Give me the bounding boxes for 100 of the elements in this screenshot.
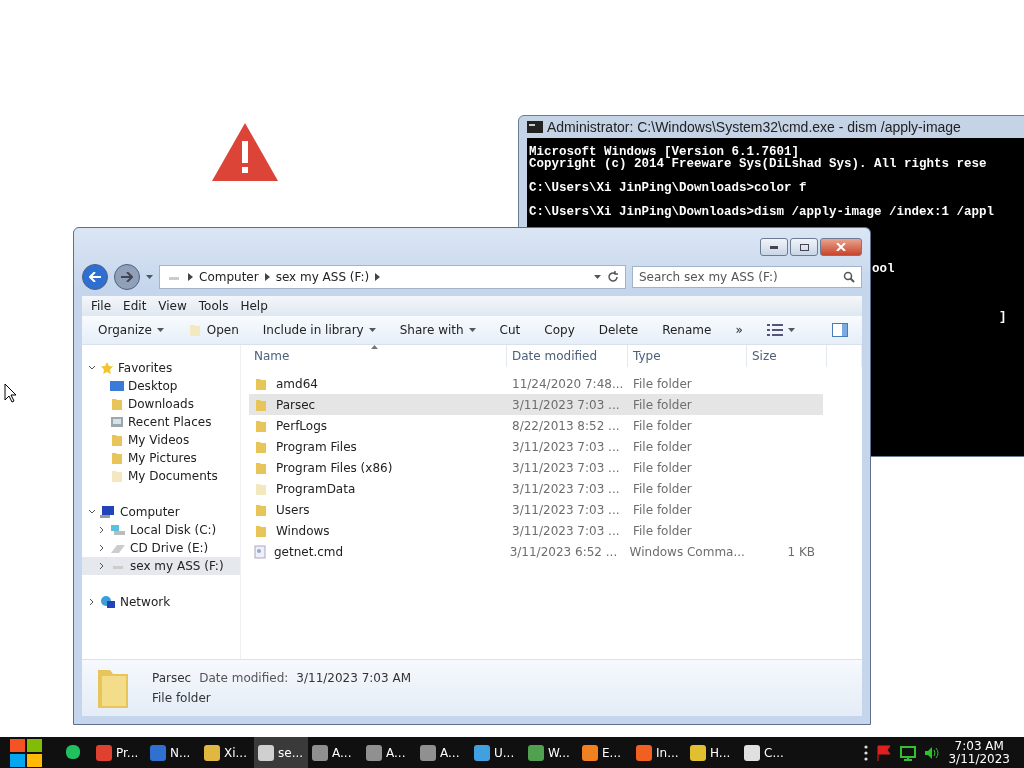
taskbar-button[interactable]: C... (740, 737, 794, 768)
breadcrumb-item[interactable]: sex my ASS (F:) (275, 270, 370, 284)
address-bar[interactable]: Computer sex my ASS (F:) (159, 265, 626, 289)
minimize-icon (770, 245, 778, 249)
toolbar-button[interactable]: Include in library (262, 323, 376, 337)
maximize-icon (799, 243, 809, 251)
close-button[interactable] (820, 238, 862, 256)
taskbar-button[interactable]: se... (254, 737, 308, 768)
view-options-button[interactable] (766, 324, 795, 336)
more-icon[interactable] (864, 744, 869, 761)
back-button[interactable] (82, 264, 108, 290)
taskbar-button[interactable]: Pr... (92, 737, 146, 768)
clock[interactable]: 7:03 AM 3/11/2023 (948, 739, 1010, 766)
console-line: C:\Users\Xi JinPing\Downloads>color f (529, 182, 808, 194)
search-icon (843, 271, 855, 283)
file-name: Parsec (276, 397, 316, 412)
menu-item[interactable]: Tools (193, 299, 234, 313)
date-cell-text: 3/11/2023 7:03 ... (511, 523, 621, 538)
taskbar-button[interactable]: N... (146, 737, 200, 768)
console-line: C:\Users\Xi JinPing\Downloads>dism /apply-image /index:1 /appl (529, 206, 996, 218)
toolbar-button[interactable]: Cut (499, 323, 521, 337)
console-icon (527, 121, 543, 133)
flag-icon[interactable] (876, 744, 893, 761)
taskbar-button[interactable]: A... (416, 737, 470, 768)
nav-item[interactable]: CD Drive (E:) (82, 539, 240, 557)
type-cell-text: File folder (632, 397, 693, 412)
nav-item[interactable]: Recent Places (82, 413, 240, 431)
file-row[interactable]: Program Files (x86) 3/11/2023 7:03 ... File folder (249, 457, 823, 478)
file-row[interactable]: Program Files 3/11/2023 7:03 ... File folder (249, 436, 823, 457)
folder-icon (110, 397, 124, 411)
nav-item[interactable]: Downloads (82, 395, 240, 413)
file-row[interactable]: ProgramData 3/11/2023 7:03 ... File folder (249, 478, 823, 499)
column-header[interactable]: Date modified (507, 345, 628, 367)
type-cell-text: File folder (632, 460, 693, 475)
toolbar-button[interactable]: Copy (544, 323, 575, 337)
nav-item[interactable]: sex my ASS (F:) (82, 557, 240, 575)
sort-arrow-icon (371, 345, 378, 349)
monitor-icon[interactable] (900, 744, 917, 761)
type-cell-text: File folder (632, 523, 693, 538)
breadcrumb-arrow-icon (264, 273, 270, 281)
column-header[interactable]: Size (747, 345, 827, 367)
date-cell-text: 3/11/2023 7:03 ... (511, 439, 621, 454)
nav-item[interactable]: Local Disk (C:) (82, 521, 240, 539)
minimize-button[interactable] (760, 238, 788, 256)
refresh-icon[interactable] (607, 271, 619, 283)
file-name: amd64 (276, 376, 318, 391)
toolbar-button[interactable]: Share with (399, 323, 476, 337)
nav-item[interactable]: My Videos (82, 431, 240, 449)
nav-item[interactable]: Network (82, 593, 240, 611)
cd-drive-icon (110, 542, 126, 554)
desktop-icon (110, 380, 124, 392)
file-row[interactable]: amd64 11/24/2020 7:48... File folder (249, 373, 823, 394)
file-row[interactable]: Windows 3/11/2023 7:03 ... File folder (249, 520, 823, 541)
file-row[interactable]: PerfLogs 8/22/2013 8:52 ... File folder (249, 415, 823, 436)
menu-item[interactable]: Help (235, 299, 273, 313)
nav-item[interactable]: Computer (82, 503, 240, 521)
console-line: ool (872, 263, 895, 275)
toolbar-button[interactable]: » (735, 323, 743, 337)
nav-item[interactable]: Desktop (82, 377, 240, 395)
taskbar-button[interactable]: W... (524, 737, 578, 768)
nav-item[interactable]: My Pictures (82, 449, 240, 467)
menu-item[interactable]: Edit (118, 299, 152, 313)
search-field[interactable]: Search sex my ASS (F:) (632, 266, 862, 288)
toolbar-button[interactable]: Rename (662, 323, 712, 337)
taskbar-button[interactable]: A... (308, 737, 362, 768)
star-icon (100, 361, 114, 375)
type-cell-text: File folder (632, 376, 693, 391)
file-name: Windows (276, 523, 330, 538)
open-icon (187, 323, 202, 337)
taskbar-button[interactable]: In... (632, 737, 686, 768)
type-cell-text: File folder (632, 481, 693, 496)
menu-item[interactable]: File (86, 299, 117, 313)
file-row[interactable]: getnet.cmd 3/11/2023 6:52 ... Windows Comma... 1 KB (249, 541, 823, 562)
file-row[interactable]: Parsec 3/11/2023 7:03 ... File folder (249, 394, 823, 415)
file-row[interactable]: Users 3/11/2023 7:03 ... File folder (249, 499, 823, 520)
folder-icon (254, 418, 268, 433)
file-name: Program Files (x86) (276, 460, 393, 475)
folder-icon (254, 376, 268, 391)
menu-item[interactable]: View (153, 299, 192, 313)
breadcrumb-item[interactable]: Computer (199, 270, 259, 284)
taskbar-button[interactable]: H... (686, 737, 740, 768)
folder-icon (254, 460, 268, 475)
nav-item[interactable]: My Documents (82, 467, 240, 485)
column-header[interactable]: Name (249, 345, 507, 367)
maximize-button[interactable] (790, 238, 818, 256)
taskbar-button[interactable]: U... (470, 737, 524, 768)
toolbar-button[interactable]: Organize (98, 323, 164, 337)
disk-icon (110, 524, 126, 536)
taskbar-button[interactable]: E... (578, 737, 632, 768)
toolbar-button[interactable]: Delete (598, 323, 639, 337)
toolbar-button[interactable]: Open (187, 323, 239, 337)
taskbar-button[interactable]: Xi... (200, 737, 254, 768)
forward-arrow-icon (121, 272, 133, 282)
column-header[interactable]: Type (628, 345, 747, 367)
nav-item[interactable]: Favorites (82, 359, 240, 377)
type-cell-text: Windows Comma... (628, 544, 744, 559)
preview-pane-icon[interactable] (832, 323, 848, 337)
forward-button[interactable] (114, 264, 140, 290)
taskbar-button[interactable]: A... (362, 737, 416, 768)
script-file-icon (254, 544, 266, 559)
